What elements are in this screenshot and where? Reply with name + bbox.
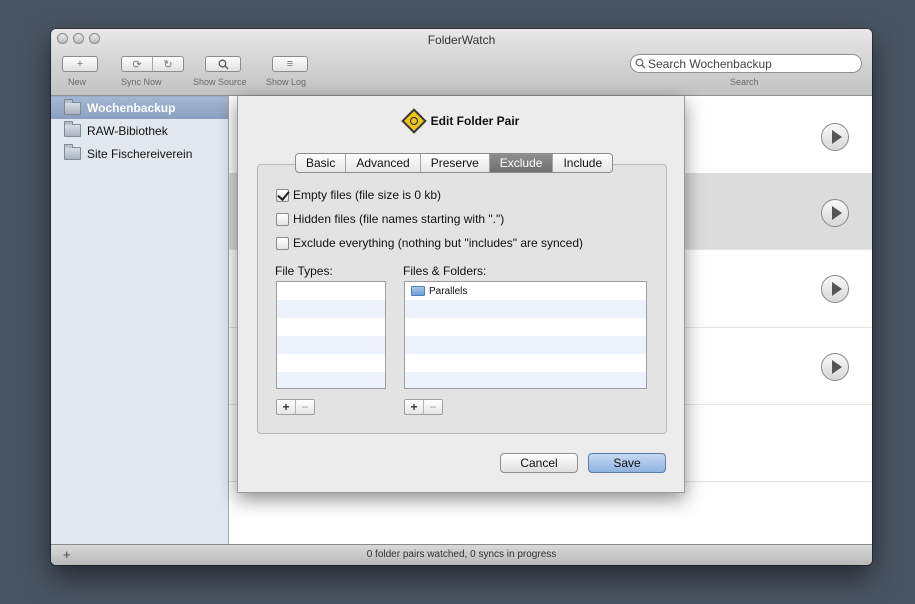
sync-all-icon: ↻ <box>163 58 173 71</box>
tab-bar: Basic Advanced Preserve Exclude Include <box>295 153 614 173</box>
files-folders-list[interactable]: Parallels <box>404 281 647 389</box>
search-field[interactable]: Search Wochenbackup <box>630 54 862 73</box>
sync-play-button[interactable] <box>821 275 849 303</box>
list-item[interactable]: Parallels <box>405 282 646 300</box>
sync-icon: ⟳ <box>122 57 153 71</box>
sync-play-button[interactable] <box>821 123 849 151</box>
sync-play-button[interactable] <box>821 353 849 381</box>
play-icon <box>831 206 842 220</box>
sidebar-item-label: RAW-Bibiothek <box>87 123 168 138</box>
new-button[interactable]: + <box>62 56 98 72</box>
sidebar-item-wochenbackup[interactable]: Wochenbackup <box>51 96 228 119</box>
plus-icon: + <box>76 58 84 70</box>
file-types-list[interactable] <box>276 281 386 389</box>
sidebar-item-label: Wochenbackup <box>87 101 176 115</box>
file-types-label: File Types: <box>275 264 333 278</box>
show-source-label: Show Source <box>193 77 247 87</box>
play-icon <box>831 360 842 374</box>
show-log-button[interactable]: ≡ <box>272 56 308 72</box>
checkbox-label: Empty files (file size is 0 kb) <box>293 188 442 202</box>
cancel-button[interactable]: Cancel <box>500 453 578 473</box>
empty-files-checkbox[interactable] <box>276 188 289 202</box>
exclude-hidden-files-option[interactable]: Hidden files (file names starting with "… <box>276 212 504 226</box>
tab-advanced[interactable]: Advanced <box>346 154 421 172</box>
folder-icon <box>64 121 81 137</box>
titlebar: FolderWatch + New ⟳ ↻ Sync Now Show Sour… <box>51 29 872 96</box>
file-types-add-remove: + − <box>276 399 315 415</box>
show-log-label: Show Log <box>266 77 307 87</box>
tab-preserve[interactable]: Preserve <box>421 154 490 172</box>
search-input[interactable]: Search Wochenbackup <box>648 57 772 71</box>
play-icon <box>831 282 842 296</box>
remove-file-folder-button[interactable]: − <box>424 400 442 414</box>
play-icon <box>831 130 842 144</box>
show-source-button[interactable] <box>205 56 241 72</box>
remove-file-type-button[interactable]: − <box>296 400 314 414</box>
sidebar-item-site-fischereiverein[interactable]: Site Fischereiverein <box>51 142 228 165</box>
sync-now-button[interactable]: ⟳ ↻ <box>121 56 184 72</box>
folder-icon <box>64 144 81 160</box>
checkbox-label: Hidden files (file names starting with "… <box>293 212 505 226</box>
warning-sign-icon <box>400 108 427 134</box>
hidden-files-checkbox[interactable] <box>276 212 289 226</box>
exclude-empty-files-option[interactable]: Empty files (file size is 0 kb) <box>276 188 441 202</box>
sheet-header: Edit Folder Pair <box>238 108 686 134</box>
files-folders-add-remove: + − <box>404 399 443 415</box>
new-label: New <box>68 77 87 87</box>
tab-include[interactable]: Include <box>553 154 612 172</box>
sync-now-label: Sync Now <box>121 77 162 87</box>
search-label: Search <box>730 77 759 87</box>
checkbox-label: Exclude everything (nothing but "include… <box>293 236 584 250</box>
sync-play-button[interactable] <box>821 199 849 227</box>
files-folders-label: Files & Folders: <box>403 264 487 278</box>
sheet-title: Edit Folder Pair <box>430 114 520 128</box>
exclude-everything-checkbox[interactable] <box>276 236 289 250</box>
add-file-type-button[interactable]: + <box>277 400 296 414</box>
folder-icon <box>411 286 425 296</box>
sidebar-item-label: Site Fischereiverein <box>87 146 193 161</box>
tab-basic[interactable]: Basic <box>296 154 347 172</box>
add-file-folder-button[interactable]: + <box>405 400 424 414</box>
exclude-everything-option[interactable]: Exclude everything (nothing but "include… <box>276 236 583 250</box>
list-item-label: Parallels <box>429 285 468 297</box>
status-bar: + 0 folder pairs watched, 0 syncs in pro… <box>51 544 872 565</box>
status-text: 0 folder pairs watched, 0 syncs in progr… <box>366 549 557 560</box>
sidebar: Wochenbackup RAW-Bibiothek Site Fischere… <box>51 96 229 544</box>
folder-icon <box>64 98 81 115</box>
list-icon: ≡ <box>286 58 294 70</box>
search-icon <box>635 58 646 69</box>
window-title: FolderWatch <box>427 33 496 47</box>
tab-exclude[interactable]: Exclude <box>489 154 554 172</box>
magnifier-icon <box>218 59 228 69</box>
edit-folder-pair-sheet: Edit Folder Pair Basic Advanced Preserve… <box>237 96 685 493</box>
sidebar-item-raw-bibiothek[interactable]: RAW-Bibiothek <box>51 119 228 142</box>
save-button[interactable]: Save <box>588 453 666 473</box>
